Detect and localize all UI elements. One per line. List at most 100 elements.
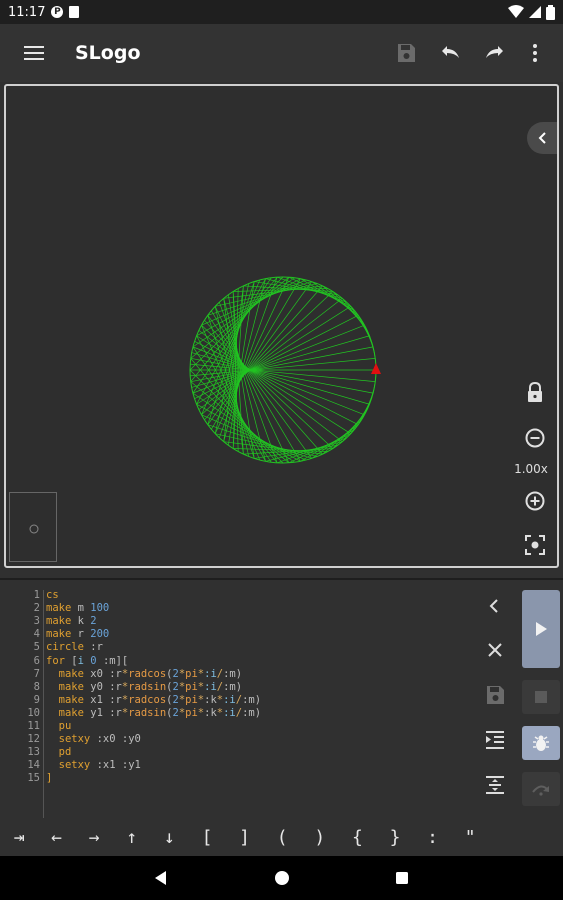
close-icon[interactable]: [483, 638, 507, 662]
code-token: ]: [46, 772, 53, 785]
code-token: :y1: [121, 759, 141, 772]
code-token: :r: [90, 641, 103, 654]
format-code-icon[interactable]: [483, 773, 507, 797]
code-token: setxy: [46, 759, 97, 772]
status-time: 11:17: [8, 4, 46, 20]
redo-icon[interactable]: [483, 41, 507, 65]
arrow-up-key[interactable]: ↑: [117, 824, 147, 850]
tab-key[interactable]: ⇥: [4, 824, 34, 850]
run-button[interactable]: [522, 590, 560, 668]
code-token: 0: [90, 654, 103, 667]
android-nav-bar: [0, 856, 563, 900]
turtle-icon: [371, 363, 381, 374]
code-token: circle: [46, 641, 91, 654]
code-editor[interactable]: 1 cs 2 make m 100 3 make k 2 4 make r 200 5 circl…: [0, 582, 504, 820]
code-token: :x0: [96, 733, 122, 746]
close-brace-key[interactable]: }: [380, 824, 410, 850]
code-text: make y1 :r*radsin(2*pi*:k*:i/:m): [46, 707, 261, 720]
code-token: pi: [185, 680, 198, 693]
chevron-left-icon[interactable]: [483, 594, 507, 618]
open-paren-key[interactable]: (: [267, 824, 297, 850]
colon-key[interactable]: :: [418, 824, 448, 850]
hamburger-menu-icon[interactable]: [22, 43, 46, 63]
line-number: 5: [33, 641, 40, 654]
code-token: :r: [109, 667, 122, 680]
code-token: for: [46, 654, 72, 667]
code-token: x0: [90, 667, 110, 680]
chevron-left-icon: [538, 132, 546, 144]
code-token: make: [46, 602, 78, 615]
code-token: make: [46, 667, 91, 680]
recents-icon[interactable]: [392, 868, 412, 888]
code-text: pu: [46, 720, 72, 733]
code-token: :x1: [96, 759, 122, 772]
code-token: :r: [109, 706, 122, 719]
code-token: y0: [90, 680, 110, 693]
play-icon: [536, 622, 547, 636]
line-number: 1: [33, 589, 40, 601]
code-token: 2: [90, 615, 97, 628]
code-token: x1: [90, 693, 110, 706]
indent-icon[interactable]: [483, 728, 507, 752]
undo-icon[interactable]: [438, 41, 462, 65]
turtle-drawing: [189, 276, 381, 464]
arrow-right-key[interactable]: →: [79, 824, 109, 850]
arrow-left-key[interactable]: ←: [42, 824, 72, 850]
code-text: make k 2: [46, 615, 97, 628]
signal-icon: [529, 6, 541, 18]
code-token: :m: [223, 667, 236, 680]
close-paren-key[interactable]: ): [305, 824, 335, 850]
line-number: 13: [27, 746, 40, 759]
arrow-down-key[interactable]: ↓: [154, 824, 184, 850]
code-text: make r 200: [46, 628, 109, 641]
drawn-chord: [204, 319, 323, 455]
collapse-panel-button[interactable]: [527, 122, 557, 154]
more-vert-icon[interactable]: [523, 41, 547, 65]
code-token: pi: [185, 693, 198, 706]
code-token: :i: [223, 706, 236, 719]
code-token: :i: [223, 693, 236, 706]
code-token: y1: [90, 706, 110, 719]
code-text: pd: [46, 746, 72, 759]
code-text: cs: [46, 589, 59, 602]
back-icon[interactable]: [151, 868, 171, 888]
code-token: ][: [115, 654, 129, 667]
step-over-button[interactable]: [522, 772, 560, 806]
code-token: ): [235, 667, 243, 680]
run-controls: [514, 582, 563, 818]
debug-button[interactable]: [522, 726, 560, 760]
close-bracket-key[interactable]: ]: [230, 824, 260, 850]
panel-divider[interactable]: [0, 578, 563, 580]
zoom-out-icon[interactable]: [523, 426, 547, 450]
line-number: 9: [33, 693, 40, 706]
code-token: 200: [90, 628, 110, 641]
open-bracket-key[interactable]: [: [192, 824, 222, 850]
code-token: :r: [109, 693, 122, 706]
stop-icon: [535, 691, 547, 703]
code-text: for [i 0 :m][: [46, 655, 128, 668]
line-number: 11: [27, 720, 40, 732]
save-icon[interactable]: [394, 41, 418, 65]
stop-button[interactable]: [522, 680, 560, 714]
drawn-chord: [204, 285, 323, 421]
line-number: 6: [33, 654, 40, 667]
code-text: circle :r: [46, 641, 103, 654]
zoom-in-icon[interactable]: [523, 489, 547, 513]
open-brace-key[interactable]: {: [342, 824, 372, 850]
center-view-icon[interactable]: [523, 533, 547, 557]
code-token: :k: [204, 693, 217, 706]
quote-key[interactable]: ": [455, 824, 485, 850]
line-number: 2: [33, 602, 40, 615]
code-token: ): [254, 693, 262, 706]
code-token: :r: [109, 680, 122, 693]
code-token: pd: [46, 746, 72, 759]
turtle-canvas[interactable]: 1.00x: [4, 84, 559, 568]
home-icon[interactable]: [272, 868, 292, 888]
code-token: :m: [242, 706, 255, 719]
drawn-chord: [201, 291, 334, 416]
lock-icon[interactable]: [523, 381, 547, 405]
line-number: 7: [33, 667, 40, 680]
minimap[interactable]: [9, 492, 57, 562]
code-token: i: [77, 654, 91, 667]
save-code-icon[interactable]: [483, 683, 507, 707]
